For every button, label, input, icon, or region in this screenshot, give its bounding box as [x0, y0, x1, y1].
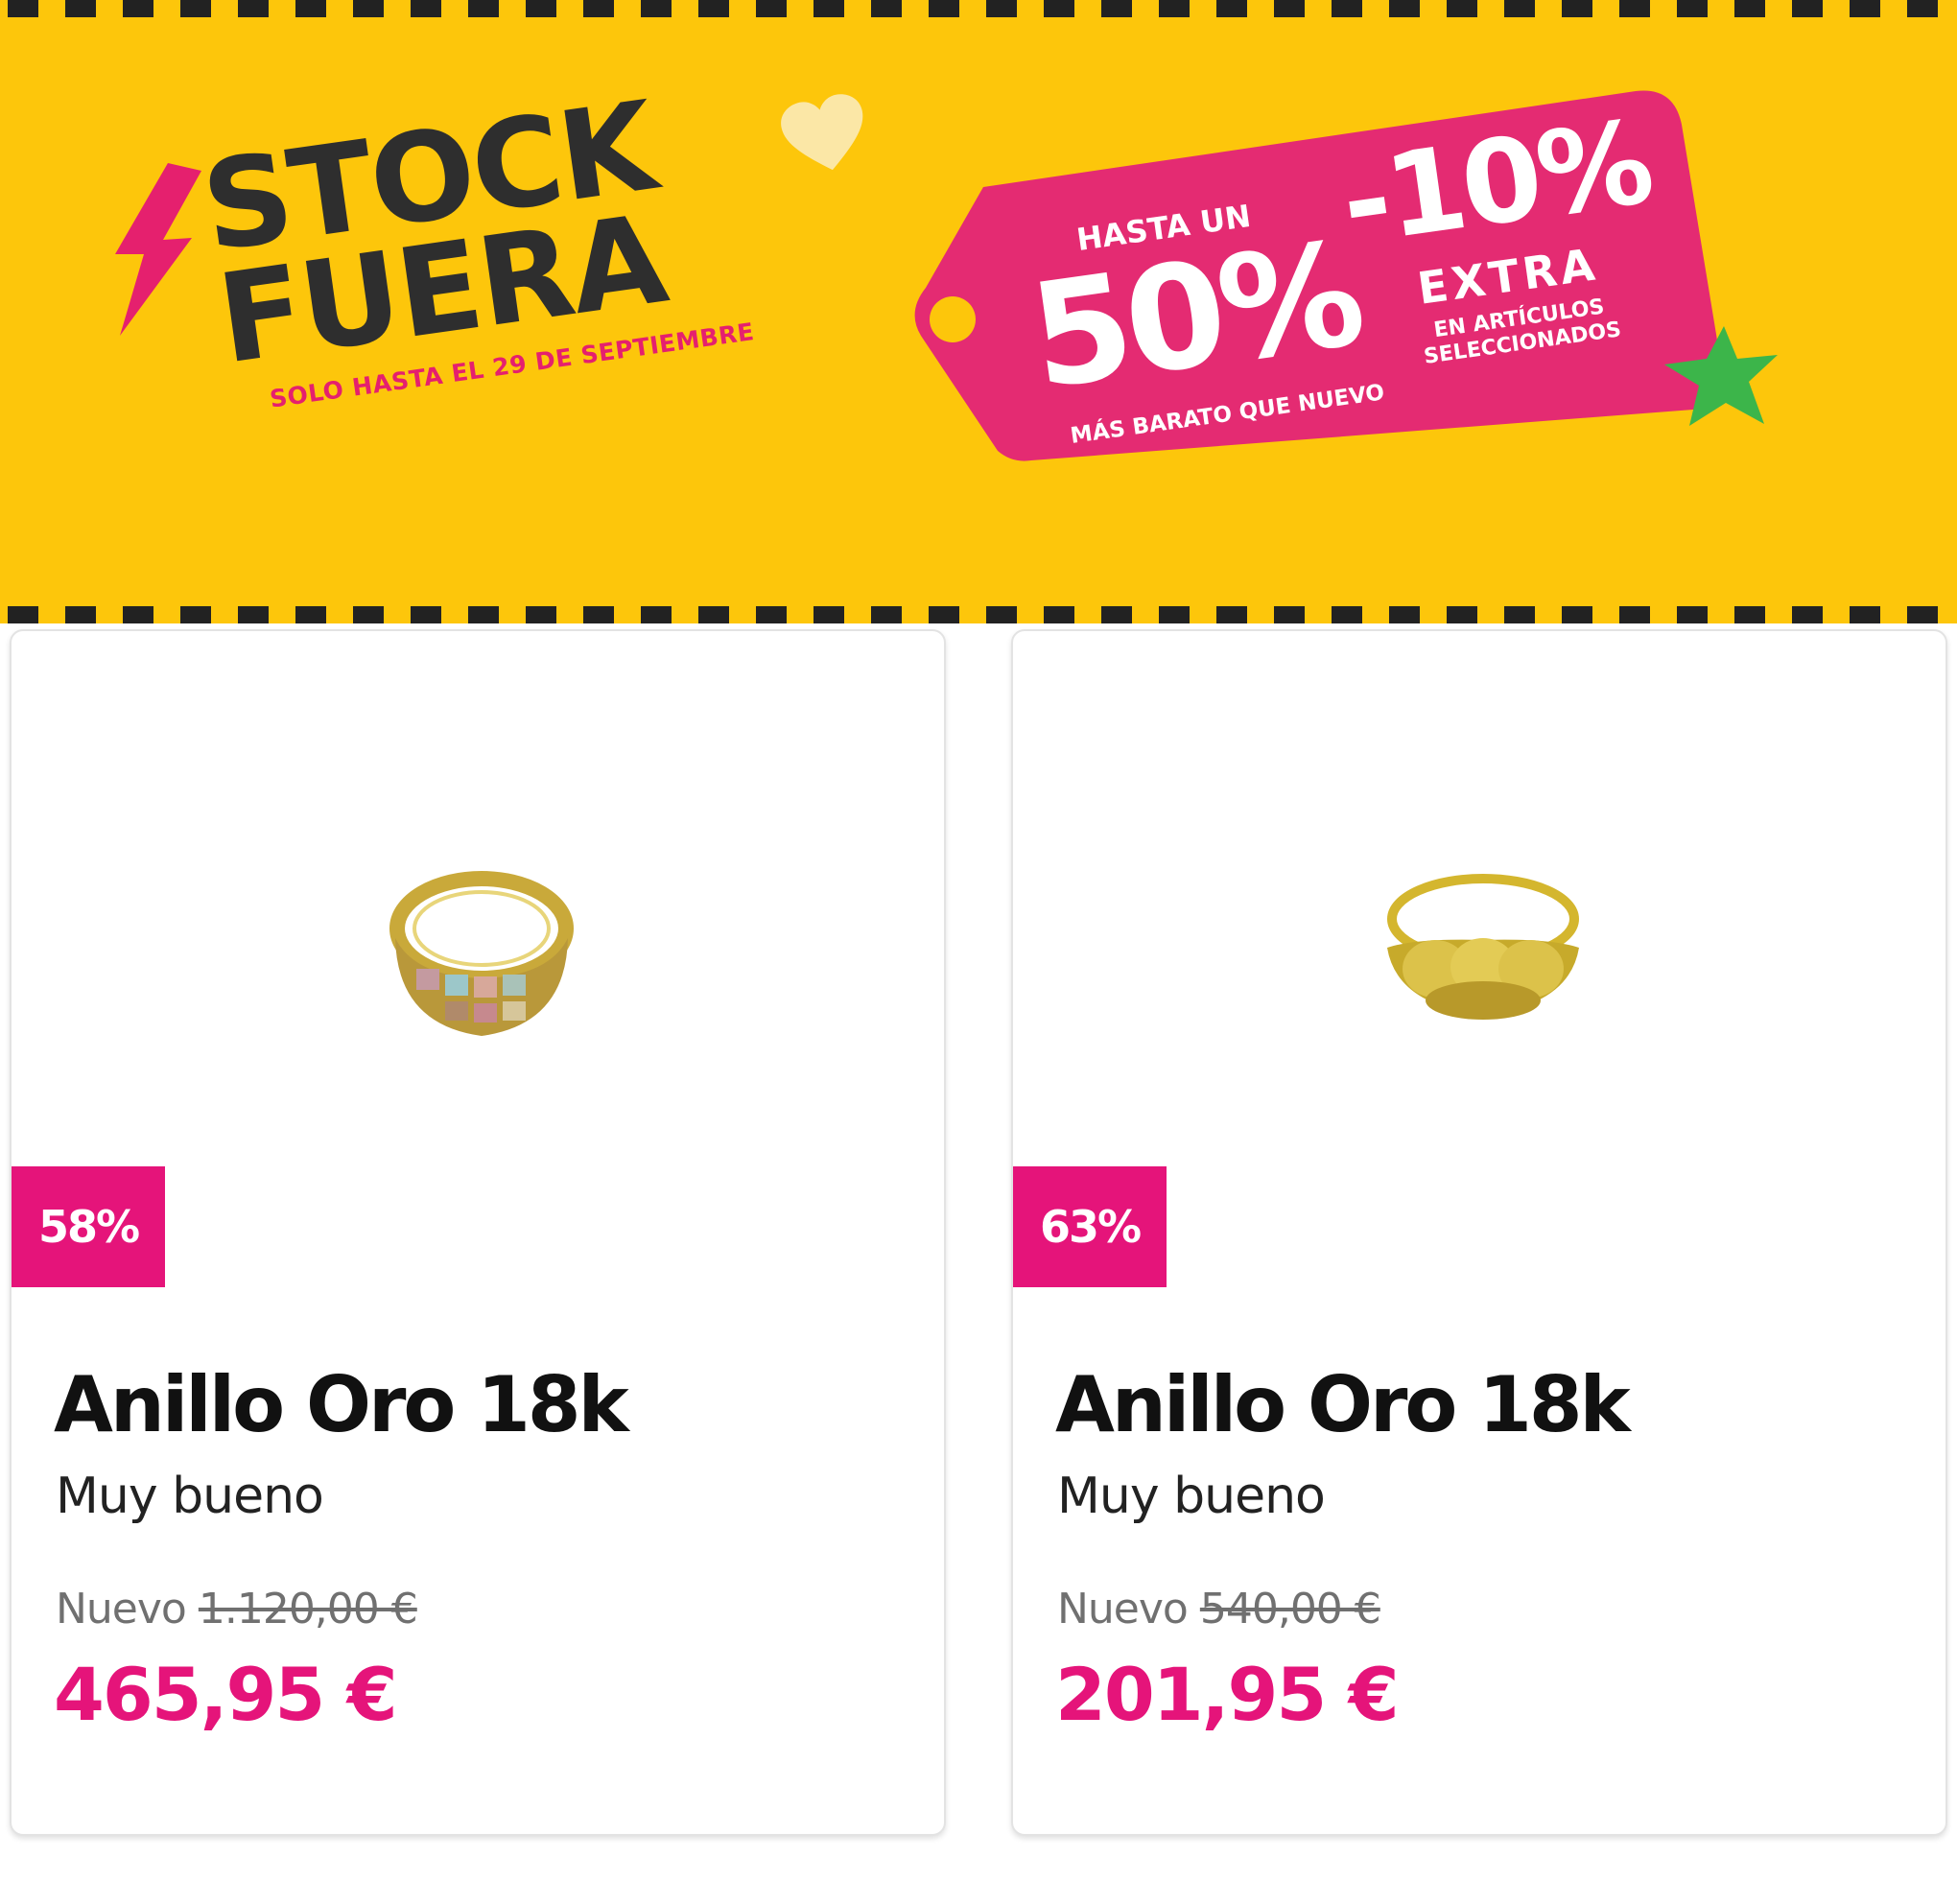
- product-card[interactable]: 58% Anillo Oro 18k Muy bueno Nuevo 1.120…: [10, 629, 946, 1836]
- product-condition: Muy bueno: [1057, 1468, 1326, 1525]
- product-title[interactable]: Anillo Oro 18k: [1055, 1360, 1631, 1449]
- product-price: 465,95 €: [54, 1652, 398, 1737]
- dashed-border-top: [0, 0, 1957, 17]
- dashed-border-bottom: [0, 606, 1957, 623]
- gold-ring-braided-icon: [1387, 874, 1579, 1020]
- stock-fuera-logo: STOCK FUERA SOLO HASTA EL 29 DE SEPTIEMB…: [195, 76, 756, 419]
- new-price: 1.120,00 €: [198, 1585, 418, 1634]
- product-card[interactable]: 63% Anillo Oro 18k Muy bueno Nuevo 540,0…: [1011, 629, 1947, 1836]
- gold-ring-with-gems-icon: [389, 871, 574, 1036]
- discount-badge: 63%: [1013, 1166, 1167, 1287]
- new-label: Nuevo: [56, 1585, 187, 1634]
- product-title[interactable]: Anillo Oro 18k: [54, 1360, 629, 1449]
- tag-extra-discount: -10%: [1333, 96, 1658, 271]
- heart-icon: [781, 94, 863, 171]
- star-icon: [1664, 326, 1778, 426]
- new-label: Nuevo: [1057, 1585, 1189, 1634]
- new-price-line: Nuevo 1.120,00 €: [56, 1585, 418, 1634]
- new-price-line: Nuevo 540,00 €: [1057, 1585, 1381, 1634]
- new-price: 540,00 €: [1199, 1585, 1381, 1634]
- lightning-bolt-icon: [115, 163, 201, 336]
- product-price: 201,95 €: [1055, 1652, 1400, 1737]
- discount-badge: 58%: [12, 1166, 165, 1287]
- discount-tag: HASTA UN 50% MÁS BARATO QUE NUEVO -10% E…: [907, 82, 1722, 465]
- promo-banner[interactable]: STOCK FUERA SOLO HASTA EL 29 DE SEPTIEMB…: [0, 0, 1957, 623]
- tag-discount: 50%: [1021, 210, 1369, 422]
- product-condition: Muy bueno: [56, 1468, 324, 1525]
